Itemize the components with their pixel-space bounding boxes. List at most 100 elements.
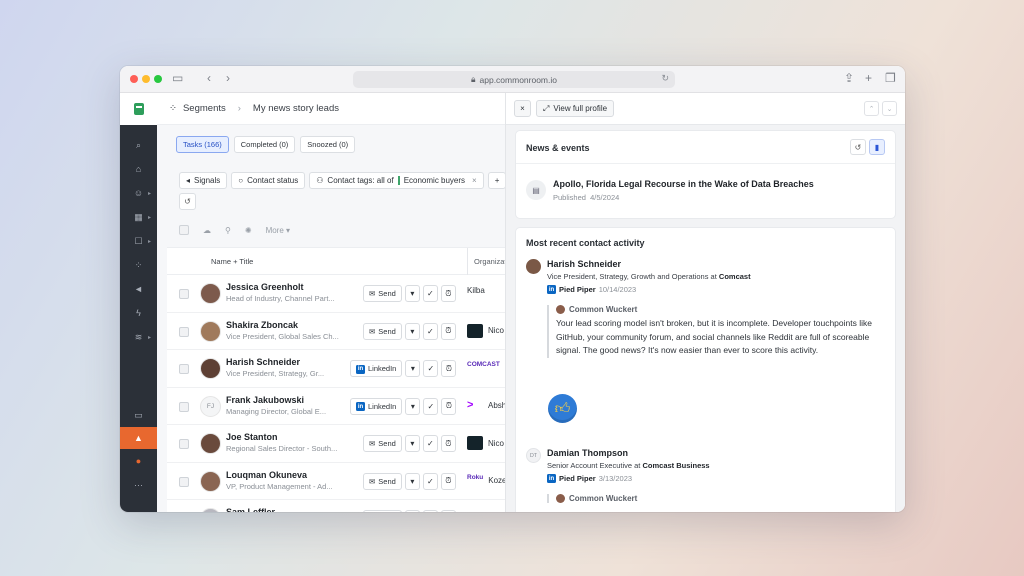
back-icon[interactable]: ‹ [207,71,211,85]
more-icon[interactable]: ··· [120,473,157,497]
organization-cell[interactable]: Roku Koze [467,474,506,488]
snooze-button[interactable]: ⏰︎ [441,397,457,415]
messages-icon[interactable]: ☐ ▸ [120,229,157,253]
table-row[interactable]: Jessica Greenholt Head of Industry, Chann… [167,275,505,313]
contact-status-filter[interactable]: ○ Contact status [231,172,306,189]
organization-cell[interactable]: Nico [467,323,504,338]
lightning-icon[interactable]: ϟ [120,301,157,325]
action-dropdown-button[interactable]: ▾ [404,510,420,512]
complete-button[interactable]: ✓ [422,510,438,512]
table-row[interactable]: Sam Leffler ✉Send▾✓⏰︎ [167,500,505,512]
organization-cell[interactable]: > Absh [467,399,506,413]
action-dropdown-button[interactable]: ▾ [404,472,420,490]
action-dropdown-button[interactable]: ▾ [404,285,420,302]
send-button[interactable]: ✉Send [363,472,402,490]
complete-button[interactable]: ✓ [422,435,438,452]
send-button[interactable]: ✉Send [363,285,402,302]
remove-filter-icon[interactable]: × [472,176,477,185]
minimize-window-button[interactable] [142,75,150,83]
new-tab-icon[interactable]: + [865,71,872,85]
contact-info[interactable]: Frank Jakubowski Managing Director, Globa… [226,395,354,416]
contact-info[interactable]: Harish Schneider Vice President, Strategy… [226,357,354,378]
row-checkbox[interactable] [179,289,189,299]
apps-icon[interactable]: ⁘ [120,253,157,277]
reset-filters-icon[interactable]: ↺ [179,193,196,210]
contact-info[interactable]: Shakira Zboncak Vice President, Global Sa… [226,320,354,341]
home-icon[interactable]: ⌂ [120,157,157,181]
address-bar[interactable]: 🔒︎ app.commonroom.io ↻ [353,71,675,88]
organizations-icon[interactable]: ▦ ▸ [120,205,157,229]
close-panel-button[interactable]: × [514,100,531,117]
forward-icon[interactable]: › [226,71,230,85]
tab-snoozed[interactable]: Snoozed (0) [300,136,356,153]
tab-tasks[interactable]: Tasks (166) [176,136,229,153]
row-checkbox[interactable] [179,476,189,487]
news-headline[interactable]: Apollo, Florida Legal Recourse in the Wa… [553,179,814,189]
notification-dot-icon[interactable]: ● [120,449,157,473]
breadcrumb-segments[interactable]: Segments [183,103,226,114]
tab-overview-icon[interactable]: ❐ [885,71,896,85]
action-dropdown-button[interactable]: ▾ [404,435,420,452]
send-button[interactable]: ✉Send [363,322,402,340]
linkedin-button[interactable]: in LinkedIn [350,360,403,377]
settings-icon[interactable]: ✺ [245,226,252,235]
search-icon[interactable]: ⌕ [120,133,157,157]
complete-button[interactable]: ✓ [423,360,439,377]
activity-person-name[interactable]: Harish Schneider [547,259,621,269]
complete-button[interactable]: ✓ [422,472,438,490]
snooze-button[interactable]: ⏰︎ [440,435,456,452]
action-dropdown-button[interactable]: ▾ [404,322,420,340]
signals-filter[interactable]: ◂ Signals [179,172,228,189]
column-name-title[interactable]: Name + Title [211,257,253,266]
megaphone-icon[interactable]: ◄ [120,277,157,301]
contact-info[interactable]: Louqman Okuneva VP, Product Management - … [226,470,354,491]
snooze-button[interactable]: ⏰︎ [440,322,456,340]
action-dropdown-button[interactable]: ▾ [405,360,421,377]
organization-cell[interactable]: Nico [467,436,504,450]
share-icon[interactable]: ⇪ [844,71,854,85]
analytics-icon[interactable]: ≋ ▸ [120,325,157,349]
send-button[interactable]: ✉Send [363,510,402,512]
contact-info[interactable]: Sam Leffler [226,507,354,512]
contact-info[interactable]: Jessica Greenholt Head of Industry, Chann… [226,282,354,303]
complete-button[interactable]: ✓ [422,322,438,340]
reload-icon[interactable]: ↻ [661,73,669,84]
table-row[interactable]: Joe Stanton Regional Sales Director - Sou… [167,425,505,463]
snooze-button[interactable]: ⏰︎ [440,472,456,490]
action-dropdown-button[interactable]: ▾ [405,397,421,415]
app-logo[interactable] [120,93,157,125]
maximize-window-button[interactable] [154,75,162,83]
refresh-icon[interactable]: ↺ [850,139,866,155]
tab-completed[interactable]: Completed (0) [233,136,296,153]
table-row[interactable]: Shakira Zboncak Vice President, Global Sa… [167,313,505,350]
chevron-down-icon[interactable]: ⌄ [882,101,897,116]
table-row[interactable]: FJ Frank Jakubowski Managing Director, Glo… [167,388,506,425]
message-icon[interactable]: ☁ [203,226,211,235]
contact-tags-filter[interactable]: ⚇ Contact tags: all of Economic buyers × [309,172,484,189]
linkedin-button[interactable]: in LinkedIn [350,397,403,415]
send-button[interactable]: ✉Send [363,435,402,452]
people-icon[interactable]: ☺ ▸ [120,181,157,205]
sidebar-toggle-icon[interactable]: ▭ [172,71,183,85]
snooze-button[interactable]: ⏰︎ [441,360,457,377]
organization-cell[interactable]: Kilba [467,286,485,295]
add-filter-button[interactable]: + [487,172,507,189]
contact-info[interactable]: Joe Stanton Regional Sales Director - Sou… [226,432,354,453]
more-menu[interactable]: More ▾ [266,226,290,235]
bookmark-icon[interactable]: ▮ [869,139,885,155]
row-checkbox[interactable] [179,326,189,337]
table-row[interactable]: Louqman Okuneva VP, Product Management - … [167,463,506,500]
monitor-icon[interactable]: ▭ [120,403,157,427]
alert-icon[interactable]: ▲ [120,427,157,449]
complete-button[interactable]: ✓ [422,285,438,302]
activity-person-name[interactable]: Damian Thompson [547,448,628,458]
select-all-checkbox[interactable] [179,225,189,235]
table-row[interactable]: Harish Schneider Vice President, Strategy… [167,350,522,388]
snooze-button[interactable]: ⏰︎ [440,510,456,512]
row-checkbox[interactable] [179,364,189,374]
snooze-button[interactable]: ⏰︎ [440,285,456,302]
row-checkbox[interactable] [179,401,189,412]
tag-icon[interactable]: ⚲ [225,226,231,235]
chevron-up-icon[interactable]: ⌃ [864,101,879,116]
row-checkbox[interactable] [179,439,189,449]
